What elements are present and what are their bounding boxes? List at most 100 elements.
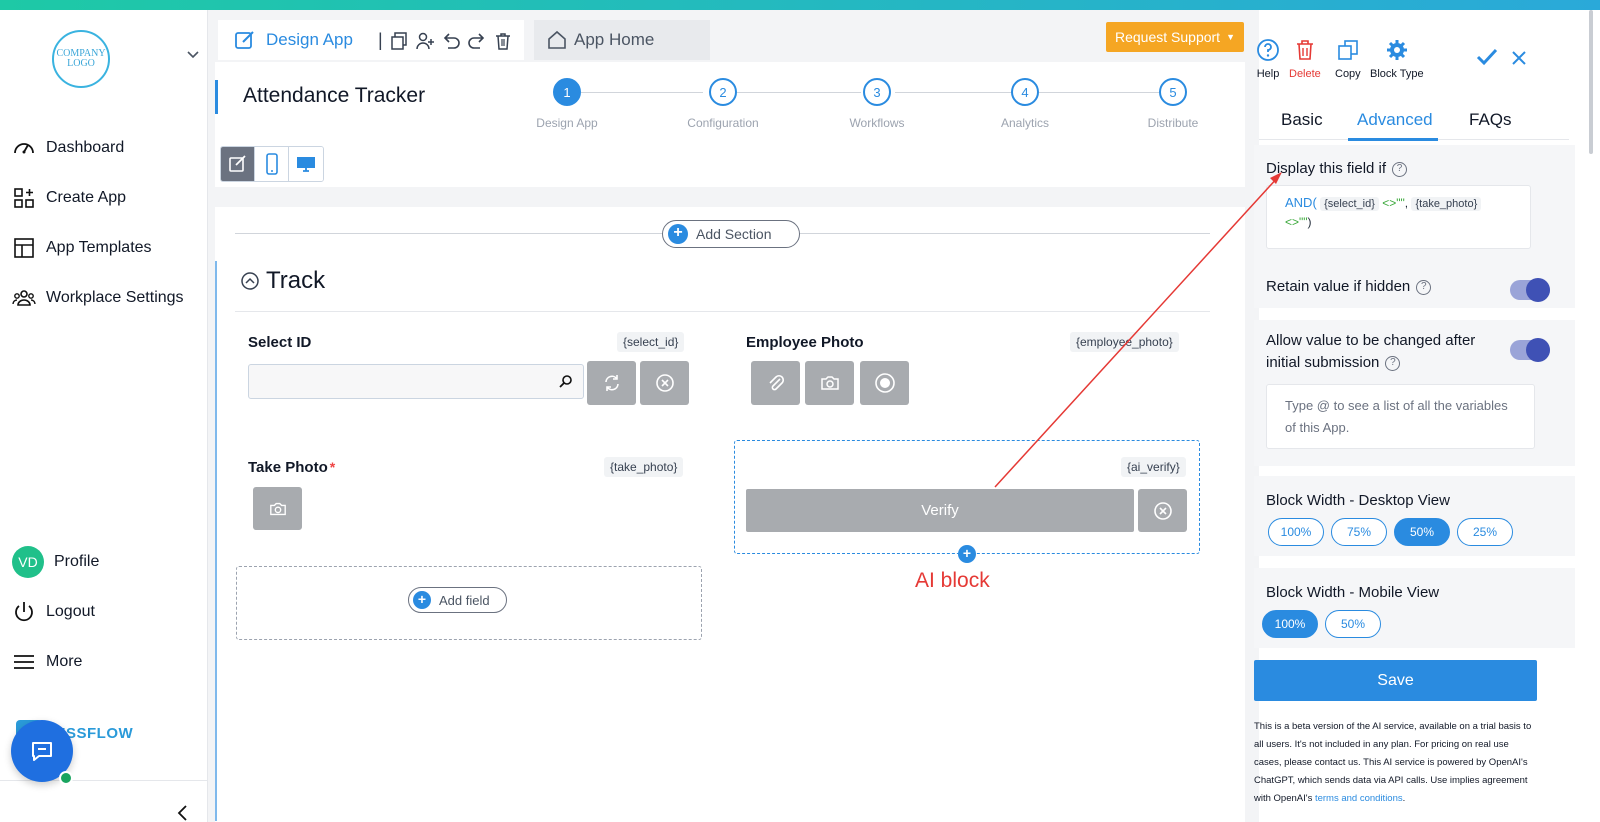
users-icon <box>12 290 36 306</box>
chevron-left-icon[interactable] <box>176 804 190 822</box>
ai-clear-button[interactable] <box>1138 489 1187 532</box>
attach-button[interactable] <box>751 361 800 405</box>
sidebar-item-create-app[interactable]: Create App <box>12 186 126 210</box>
chat-icon <box>32 742 52 761</box>
template-icon <box>14 238 34 258</box>
help-icon[interactable]: ? <box>1392 161 1408 177</box>
sidebar-item-more[interactable]: More <box>12 650 82 674</box>
trash-icon[interactable] <box>493 31 513 51</box>
mobile-width-100[interactable]: 100% <box>1262 610 1318 638</box>
undo-icon[interactable] <box>441 31 461 51</box>
step-number: 5 <box>1159 78 1187 106</box>
chevron-up-circle-icon[interactable] <box>240 271 260 291</box>
sidebar: COMPANY LOGO Dashboard Create App App Te… <box>0 10 208 822</box>
desktop-width-50[interactable]: 50% <box>1394 518 1450 546</box>
online-status-dot <box>59 771 73 785</box>
section-border <box>215 261 217 821</box>
toolbar-separator: | <box>378 30 383 50</box>
verify-button[interactable]: Verify <box>746 489 1134 532</box>
panel-scrollbar[interactable] <box>1589 10 1593 154</box>
help-icon[interactable]: ? <box>1385 355 1401 371</box>
add-user-icon[interactable] <box>415 31 435 51</box>
mobile-icon <box>265 153 278 175</box>
mobile-width-50[interactable]: 50% <box>1325 610 1381 638</box>
help-icon <box>1257 39 1279 61</box>
desktop-width-card: Block Width - Desktop View 100% 75% 50% … <box>1254 476 1575 556</box>
desktop-width-100[interactable]: 100% <box>1268 518 1324 546</box>
close-circle-icon <box>1153 501 1172 520</box>
sidebar-item-logout[interactable]: Logout <box>12 600 95 624</box>
step-workflows[interactable]: 3 Workflows <box>837 78 917 130</box>
request-support-button[interactable]: Request Support ▼ <box>1106 22 1244 52</box>
step-configuration[interactable]: 2 Configuration <box>683 78 763 130</box>
copy-button[interactable]: Copy <box>1335 38 1361 80</box>
allow-change-toggle[interactable] <box>1510 338 1550 362</box>
formula-variable-token: {take_photo} <box>1411 197 1482 211</box>
step-analytics[interactable]: 4 Analytics <box>985 78 1065 130</box>
check-icon[interactable] <box>1476 48 1498 66</box>
disclaimer-end: . <box>1402 793 1406 804</box>
block-type-button[interactable]: Block Type <box>1370 38 1424 80</box>
take-photo-camera-button[interactable] <box>253 487 302 530</box>
section-header[interactable]: Track <box>240 267 325 295</box>
save-button[interactable]: Save <box>1254 660 1537 701</box>
retain-toggle[interactable] <box>1510 278 1550 302</box>
formula-function: AND( <box>1285 195 1317 210</box>
help-icon[interactable]: ? <box>1416 279 1432 295</box>
desktop-width-25[interactable]: 25% <box>1457 518 1513 546</box>
add-field-label: Add field <box>439 592 490 608</box>
sidebar-item-app-templates[interactable]: App Templates <box>12 236 152 260</box>
gauge-icon <box>14 143 34 154</box>
form-canvas: + Add Section Track Select ID {select_id}… <box>215 207 1245 822</box>
company-logo[interactable]: COMPANY LOGO <box>52 30 110 88</box>
step-distribute[interactable]: 5 Distribute <box>1133 78 1213 130</box>
design-toolbar: | <box>378 30 513 51</box>
duplicate-icon[interactable] <box>389 31 409 51</box>
tab-faqs[interactable]: FAQs <box>1469 110 1512 130</box>
tab-app-home[interactable]: App Home <box>534 20 710 60</box>
paperclip-icon <box>768 374 784 391</box>
camera-button[interactable] <box>805 361 854 405</box>
top-gradient-bar <box>0 0 1600 10</box>
refresh-button[interactable] <box>587 361 636 405</box>
request-support-label: Request Support <box>1115 29 1221 45</box>
sidebar-item-label: More <box>46 653 83 670</box>
variable-input[interactable]: Type @ to see a list of all the variable… <box>1266 384 1535 449</box>
title-accent-bar <box>215 80 218 114</box>
step-label: Distribute <box>1147 116 1199 130</box>
redo-icon[interactable] <box>467 31 487 51</box>
tab-basic[interactable]: Basic <box>1281 110 1323 130</box>
step-number: 3 <box>863 78 891 106</box>
camera-icon <box>820 376 839 390</box>
tab-advanced[interactable]: Advanced <box>1357 110 1433 130</box>
sidebar-item-workplace-settings[interactable]: Workplace Settings <box>12 286 184 310</box>
chevron-down-icon[interactable] <box>186 48 200 62</box>
add-field-button[interactable]: + Add field <box>408 587 507 613</box>
clear-button[interactable] <box>640 361 689 405</box>
step-label: Workflows <box>849 116 905 130</box>
terms-link[interactable]: terms and conditions <box>1315 793 1403 804</box>
retain-label: Retain value if hidden? <box>1266 278 1432 295</box>
main-header: Design App | App Home <box>218 20 1244 60</box>
display-condition-formula[interactable]: AND( {select_id} <>"", {take_photo} <>""… <box>1266 185 1531 249</box>
step-design-app[interactable]: 1 Design App <box>527 78 607 130</box>
delete-button[interactable]: Delete <box>1289 38 1321 80</box>
sidebar-item-label: Workplace Settings <box>46 289 184 306</box>
record-button[interactable] <box>860 361 909 405</box>
sidebar-item-profile[interactable]: VD Profile <box>12 546 99 578</box>
properties-panel: Help Delete Copy Block Type Basic Advanc… <box>1254 10 1600 822</box>
block-type-label: Block Type <box>1370 68 1424 80</box>
desktop-width-75[interactable]: 75% <box>1331 518 1387 546</box>
mobile-view-toggle[interactable] <box>255 147 289 181</box>
help-button[interactable]: Help <box>1256 38 1280 80</box>
sidebar-item-dashboard[interactable]: Dashboard <box>12 136 124 160</box>
select-id-input[interactable] <box>248 364 584 399</box>
edit-view-toggle[interactable] <box>221 147 255 181</box>
help-label: Help <box>1256 68 1280 80</box>
disclaimer-text: This is a beta version of the AI service… <box>1254 721 1532 804</box>
add-below-icon[interactable]: + <box>958 545 976 563</box>
close-icon[interactable] <box>1511 50 1527 66</box>
add-section-button[interactable]: + Add Section <box>662 220 800 248</box>
step-number: 1 <box>553 78 581 106</box>
desktop-view-toggle[interactable] <box>289 147 323 181</box>
